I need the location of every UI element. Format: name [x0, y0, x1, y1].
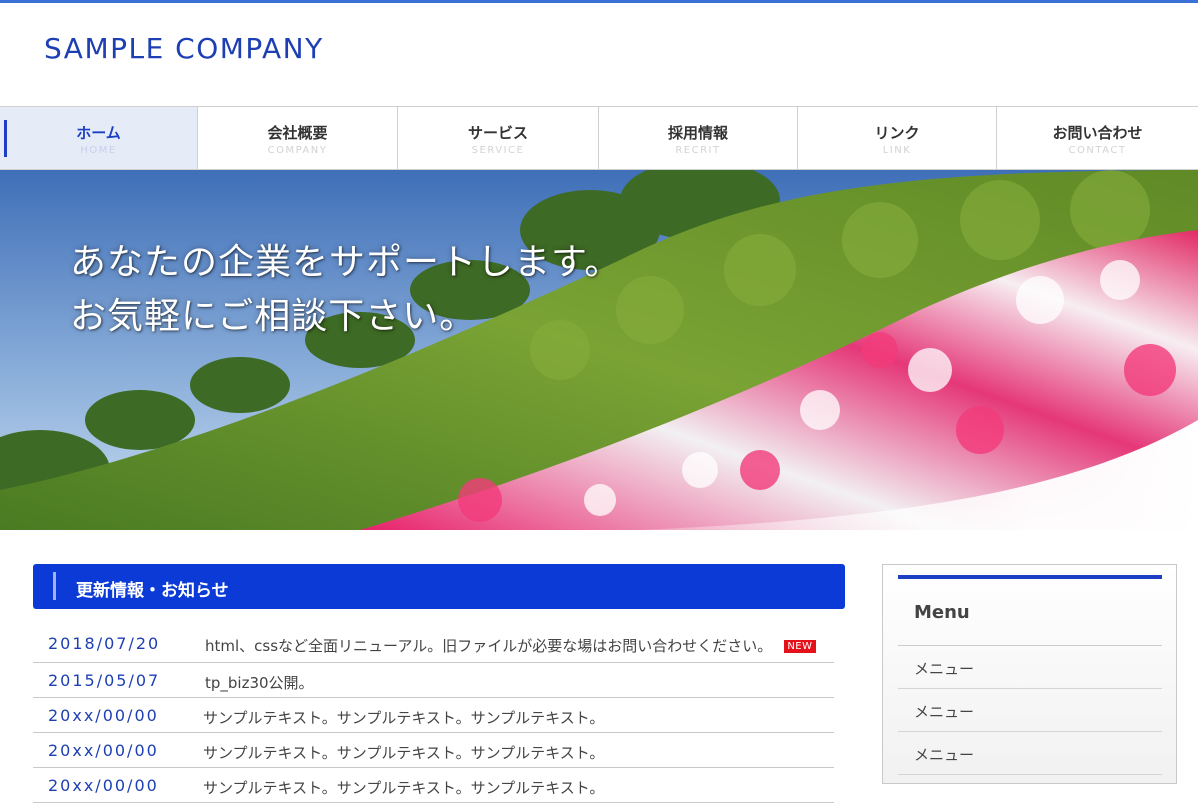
nav-item-label: お問い合わせ: [1052, 124, 1143, 142]
news-item[interactable]: 20xx/00/00 サンプルテキスト。サンプルテキスト。サンプルテキスト。: [33, 768, 834, 803]
nav-item-company[interactable]: 会社概要 COMPANY: [198, 107, 398, 169]
hero-tagline-line1: あなたの企業をサポートします。: [70, 242, 622, 283]
hero-tagline: あなたの企業をサポートします。 お気軽にご相談下さい。: [70, 236, 621, 344]
sidebar-menu: Menu メニュー メニュー メニュー: [882, 564, 1177, 784]
nav-item-label: ホーム: [76, 124, 121, 142]
nav-item-sublabel: LINK: [882, 145, 912, 156]
sidebar-list: メニュー メニュー メニュー: [898, 645, 1162, 775]
hero-tagline-line2: お気軽にご相談下さい。: [70, 296, 477, 337]
sidebar-item-label: メニュー: [914, 703, 975, 721]
nav-item-label: リンク: [874, 124, 920, 142]
nav-item-sublabel: RECRIT: [675, 145, 721, 156]
nav-item-label: 会社概要: [267, 124, 328, 142]
nav-item-link[interactable]: リンク LINK: [798, 107, 997, 169]
sidebar-item[interactable]: メニュー: [898, 646, 1162, 689]
nav-item-label: サービス: [467, 124, 528, 142]
nav-item-home[interactable]: ホーム HOME: [0, 107, 198, 169]
new-badge: NEW: [784, 640, 816, 653]
news-text: サンプルテキスト。サンプルテキスト。サンプルテキスト。: [203, 709, 605, 727]
news-text-body: html、cssなど全面リニューアル。旧ファイルが必要な場はお問い合わせください…: [205, 637, 773, 655]
news-text: サンプルテキスト。サンプルテキスト。サンプルテキスト。: [203, 779, 605, 797]
nav-item-sublabel: COMPANY: [267, 145, 328, 156]
nav-item-sublabel: HOME: [80, 145, 117, 156]
news-item[interactable]: 2018/07/20 html、cssなど全面リニューアル。旧ファイルが必要な場…: [33, 624, 834, 663]
hero-image: [0, 170, 1198, 530]
sidebar-item-label: メニュー: [914, 660, 975, 678]
sidebar-item-label: メニュー: [914, 746, 975, 764]
news-item[interactable]: 2015/05/07 tp_biz30公開。: [33, 663, 834, 698]
news-date: 20xx/00/00: [48, 706, 159, 725]
nav-item-service[interactable]: サービス SERVICE: [398, 107, 599, 169]
nav-item-contact[interactable]: お問い合わせ CONTACT: [997, 107, 1198, 169]
news-date: 2018/07/20: [48, 634, 161, 653]
sidebar-accent-rule: [898, 575, 1162, 579]
news-text: tp_biz30公開。: [205, 674, 314, 692]
news-text: サンプルテキスト。サンプルテキスト。サンプルテキスト。: [203, 744, 605, 762]
top-accent-bar: [0, 0, 1198, 3]
nav-item-recruit[interactable]: 採用情報 RECRIT: [599, 107, 798, 169]
sidebar-title: Menu: [914, 602, 970, 623]
news-item[interactable]: 20xx/00/00 サンプルテキスト。サンプルテキスト。サンプルテキスト。: [33, 698, 834, 733]
news-text: html、cssなど全面リニューアル。旧ファイルが必要な場はお問い合わせください…: [205, 635, 816, 656]
news-date: 20xx/00/00: [48, 741, 159, 760]
site-logo[interactable]: SAMPLE COMPANY: [44, 32, 324, 65]
nav-item-label: 採用情報: [667, 124, 728, 142]
nav-item-sublabel: SERVICE: [471, 145, 525, 156]
news-date: 2015/05/07: [48, 671, 161, 690]
sidebar-item[interactable]: メニュー: [898, 732, 1162, 775]
hero-banner: あなたの企業をサポートします。 お気軽にご相談下さい。: [0, 170, 1198, 530]
main-navigation: ホーム HOME 会社概要 COMPANY サービス SERVICE 採用情報 …: [0, 106, 1198, 170]
news-item[interactable]: 20xx/00/00 サンプルテキスト。サンプルテキスト。サンプルテキスト。: [33, 733, 834, 768]
news-list: 2018/07/20 html、cssなど全面リニューアル。旧ファイルが必要な場…: [33, 624, 834, 803]
news-heading: 更新情報・お知らせ: [33, 564, 845, 609]
news-heading-title: 更新情報・お知らせ: [76, 581, 229, 601]
sidebar-item[interactable]: メニュー: [898, 689, 1162, 732]
news-date: 20xx/00/00: [48, 776, 159, 795]
nav-item-sublabel: CONTACT: [1068, 145, 1127, 156]
